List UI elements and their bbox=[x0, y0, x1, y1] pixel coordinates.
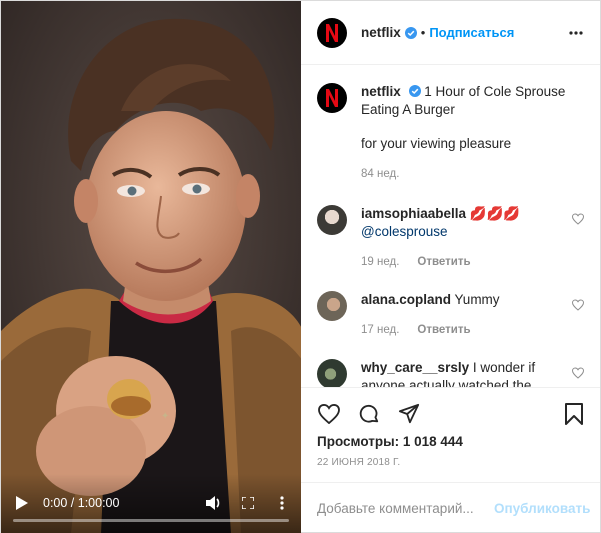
video-controls: 0:00 / 1:00:00 bbox=[1, 474, 301, 533]
netflix-avatar[interactable] bbox=[317, 17, 347, 48]
post-date[interactable]: 22 ИЮНЯ 2018 Г. bbox=[317, 457, 586, 468]
more-options-icon[interactable] bbox=[566, 23, 586, 43]
video-progress-bar[interactable] bbox=[13, 519, 289, 522]
caption-body: netflix 1 Hour of Cole Sprouse Eating A … bbox=[361, 83, 584, 183]
commenter-avatar[interactable] bbox=[317, 359, 347, 387]
reply-button[interactable]: Ответить bbox=[417, 253, 470, 271]
comment-text: 💋💋💋 bbox=[469, 206, 521, 221]
comment-meta: 19 нед. Ответить bbox=[361, 253, 562, 271]
comment-body: why_care__srsly I wonder if anyone actua… bbox=[361, 359, 584, 387]
comment-item: iamsophiaabella 💋💋💋 @colesprouse 19 нед.… bbox=[317, 205, 584, 271]
header-separator: • bbox=[420, 25, 426, 40]
comment-username[interactable]: why_care__srsly bbox=[361, 360, 469, 375]
commenter-avatar[interactable] bbox=[317, 205, 347, 235]
commenter-avatar[interactable] bbox=[317, 291, 347, 321]
comment-bubble-icon[interactable] bbox=[357, 402, 381, 426]
svg-text:✦: ✦ bbox=[161, 411, 169, 422]
comment-body: alana.copland Yummy 17 нед. Ответить bbox=[361, 291, 584, 339]
like-comment-heart-icon[interactable] bbox=[572, 213, 584, 225]
comment-body: iamsophiaabella 💋💋💋 @colesprouse 19 нед.… bbox=[361, 205, 584, 271]
header-username[interactable]: netflix bbox=[361, 25, 401, 40]
caption-meta: 84 нед. bbox=[361, 165, 584, 183]
controls-row: 0:00 / 1:00:00 bbox=[13, 494, 291, 512]
volume-icon[interactable] bbox=[205, 494, 223, 512]
play-icon[interactable] bbox=[13, 494, 31, 512]
caption-text-2: for your viewing pleasure bbox=[361, 136, 512, 151]
comments-list: netflix 1 Hour of Cole Sprouse Eating A … bbox=[301, 65, 600, 387]
post-comment-button[interactable]: Опубликовать bbox=[494, 501, 590, 516]
video-player[interactable]: ✦ 0:00 / 1:00:00 bbox=[1, 1, 301, 533]
caption-avatar[interactable] bbox=[317, 83, 347, 113]
fullscreen-icon[interactable] bbox=[239, 494, 257, 512]
verified-badge-icon bbox=[404, 26, 417, 39]
caption: netflix 1 Hour of Cole Sprouse Eating A … bbox=[317, 83, 584, 183]
share-paper-plane-icon[interactable] bbox=[397, 402, 421, 426]
post-actions: Просмотры: 1 018 444 22 ИЮНЯ 2018 Г. bbox=[301, 387, 600, 468]
video-time: 0:00 / 1:00:00 bbox=[43, 496, 120, 510]
caption-username[interactable]: netflix bbox=[361, 84, 401, 99]
more-vertical-icon[interactable] bbox=[273, 494, 291, 512]
post-modal: ✦ 0:00 / 1:00:00 netflix • Подписаться n… bbox=[0, 0, 601, 533]
comment-item: alana.copland Yummy 17 нед. Ответить bbox=[317, 291, 584, 339]
add-comment-bar: Опубликовать bbox=[301, 482, 600, 533]
comment-input[interactable] bbox=[317, 501, 494, 516]
like-comment-heart-icon[interactable] bbox=[572, 367, 584, 379]
save-bookmark-icon[interactable] bbox=[562, 402, 586, 426]
verified-badge-icon bbox=[408, 85, 421, 97]
view-count[interactable]: Просмотры: 1 018 444 bbox=[317, 434, 586, 449]
comment-meta: 17 нед. Ответить bbox=[361, 321, 562, 339]
video-frame-image: ✦ bbox=[1, 1, 301, 533]
comment-age: 17 нед. bbox=[361, 324, 400, 336]
post-header: netflix • Подписаться bbox=[301, 1, 600, 65]
post-side-panel: netflix • Подписаться netflix 1 Hour of … bbox=[301, 1, 600, 533]
comment-username[interactable]: alana.copland bbox=[361, 292, 451, 307]
comment-text: Yummy bbox=[454, 292, 500, 307]
comment-age: 19 нед. bbox=[361, 256, 400, 268]
reply-button[interactable]: Ответить bbox=[417, 321, 470, 339]
like-heart-icon[interactable] bbox=[317, 402, 341, 426]
like-comment-heart-icon[interactable] bbox=[572, 299, 584, 311]
action-icons bbox=[317, 396, 586, 432]
caption-age: 84 нед. bbox=[361, 168, 400, 180]
comment-item: why_care__srsly I wonder if anyone actua… bbox=[317, 359, 584, 387]
comment-username[interactable]: iamsophiaabella bbox=[361, 206, 466, 221]
comment-mention[interactable]: @colesprouse bbox=[361, 224, 448, 239]
follow-button[interactable]: Подписаться bbox=[429, 25, 514, 40]
